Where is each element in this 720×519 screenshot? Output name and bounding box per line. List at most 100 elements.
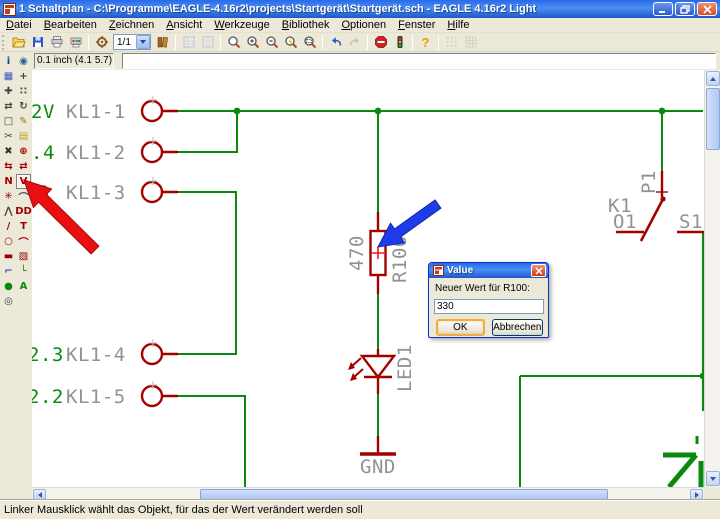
use-library-button[interactable] — [153, 34, 172, 51]
tool-invoke[interactable]: DD — [16, 204, 31, 219]
menu-bibliothek[interactable]: Bibliothek — [276, 18, 336, 32]
menu-optionen[interactable]: Optionen — [335, 18, 392, 32]
dialog-close-button[interactable] — [531, 264, 546, 277]
tool-polygon[interactable]: ▧ — [16, 249, 31, 264]
grid-lines-button[interactable] — [461, 34, 480, 51]
sheet-grid-icon — [182, 35, 196, 49]
tool-label[interactable]: A — [16, 279, 31, 294]
tool-mark[interactable]: + — [16, 69, 31, 84]
tool-bus[interactable]: ⌐ — [1, 264, 16, 279]
restore-button[interactable] — [675, 2, 695, 16]
vertical-scrollbar[interactable] — [704, 70, 720, 487]
stop-button[interactable] — [371, 34, 390, 51]
tool-value[interactable]: V — [16, 174, 31, 189]
eagle-app-icon — [3, 3, 16, 16]
menu-hilfe[interactable]: Hilfe — [441, 18, 475, 32]
cancel-button[interactable]: Abbrechen — [492, 319, 543, 336]
tool-erc[interactable]: ◎ — [1, 294, 16, 309]
tool-change[interactable]: ✎ — [16, 114, 31, 129]
command-input[interactable] — [122, 53, 716, 69]
close-button[interactable] — [697, 2, 717, 16]
dialog-prompt: Neuer Wert für R100: — [435, 283, 543, 294]
part-name: KL1-2 — [66, 142, 126, 164]
menu-fenster[interactable]: Fenster — [392, 18, 441, 32]
tool-split[interactable]: ⋀ — [1, 204, 16, 219]
tool-miter[interactable]: ⌒ — [16, 189, 31, 204]
tool-name[interactable]: N — [1, 174, 16, 189]
zoom-in-button[interactable] — [243, 34, 262, 51]
save-button[interactable] — [28, 34, 47, 51]
part-name: KL1-1 — [66, 101, 126, 123]
sheet-selector[interactable]: 1/1 — [113, 34, 151, 50]
help-icon: ? — [418, 35, 434, 50]
part-name: KL1-3 — [66, 182, 126, 204]
coordinate-bar: 0.1 inch (4.1 5.7) — [32, 52, 720, 70]
tool-pinswap[interactable]: ⇆ — [1, 159, 16, 174]
tool-display[interactable]: ▦ — [1, 69, 16, 84]
tool-info[interactable]: i — [1, 54, 16, 69]
scroll-right-button[interactable] — [690, 489, 703, 500]
gnd-symbol[interactable] — [360, 436, 396, 454]
grid-dots-button[interactable] — [442, 34, 461, 51]
zoom-out-button[interactable] — [262, 34, 281, 51]
menu-datei[interactable]: Datei — [0, 18, 38, 32]
cam-processor-button[interactable] — [66, 34, 85, 51]
sheet-thumbnails-button[interactable] — [179, 34, 198, 51]
ok-button[interactable]: OK — [436, 319, 485, 336]
zoom-fit-icon — [227, 35, 241, 49]
redo-button[interactable] — [345, 34, 364, 51]
tool-arc[interactable]: ⌒ — [16, 234, 31, 249]
vertical-scroll-thumb[interactable] — [706, 88, 720, 150]
tool-add[interactable]: ⊕ — [16, 144, 31, 159]
menu-werkzeuge[interactable]: Werkzeuge — [208, 18, 275, 32]
tool-gateswap[interactable]: ⇄ — [16, 159, 31, 174]
tool-junction[interactable]: ● — [1, 279, 16, 294]
tool-group[interactable]: □ — [1, 114, 16, 129]
print-button[interactable] — [47, 34, 66, 51]
minimize-button[interactable] — [653, 2, 673, 16]
horizontal-scroll-thumb[interactable] — [200, 489, 608, 500]
title-bar: 1 Schaltplan - C:\Programme\EAGLE-4.16r2… — [0, 0, 720, 18]
tool-rotate[interactable]: ↻ — [16, 99, 31, 114]
tool-show[interactable]: ◉ — [16, 54, 31, 69]
dialog-title-bar[interactable]: Value — [429, 263, 548, 278]
wire-fragment[interactable] — [663, 436, 701, 487]
printer-icon — [50, 35, 64, 49]
menu-zeichnen[interactable]: Zeichnen — [103, 18, 160, 32]
tool-move[interactable]: ✚ — [1, 84, 16, 99]
schematic-canvas[interactable]: 2V .4 3 2.3 2.2 KL1-1 KL1-2 KL1-3 KL1-4 … — [32, 70, 704, 487]
sheet-selector-dropdown[interactable] — [136, 35, 150, 49]
net-label: 2V — [32, 101, 55, 123]
zoom-fit-button[interactable] — [224, 34, 243, 51]
tool-net[interactable]: └ — [16, 264, 31, 279]
scroll-left-button[interactable] — [33, 489, 46, 500]
led-led1[interactable] — [348, 349, 394, 394]
tool-cut[interactable]: ✂ — [1, 129, 16, 144]
connector-kl1[interactable] — [142, 101, 178, 406]
tool-copy[interactable]: ∷ — [16, 84, 31, 99]
scroll-up-button[interactable] — [706, 71, 720, 86]
tool-mirror[interactable]: ⇄ — [1, 99, 16, 114]
tool-wire[interactable]: / — [1, 219, 16, 234]
go-button[interactable] — [390, 34, 409, 51]
undo-button[interactable] — [326, 34, 345, 51]
tool-text[interactable]: T — [16, 219, 31, 234]
menu-bearbeiten[interactable]: Bearbeiten — [38, 18, 103, 32]
tool-smash[interactable]: ✳ — [1, 189, 16, 204]
tool-delete[interactable]: ✖ — [1, 144, 16, 159]
zoom-in-icon — [246, 35, 260, 49]
menu-ansicht[interactable]: Ansicht — [160, 18, 208, 32]
tool-paste[interactable]: ▤ — [16, 129, 31, 144]
board-button[interactable] — [92, 34, 111, 51]
sheet-list-button[interactable] — [198, 34, 217, 51]
zoom-redraw-button[interactable] — [281, 34, 300, 51]
tool-rect[interactable]: ▬ — [1, 249, 16, 264]
toolbar-gripper[interactable] — [2, 35, 7, 50]
value-input[interactable] — [434, 299, 544, 314]
scroll-down-button[interactable] — [706, 471, 720, 486]
tool-circle[interactable]: ○ — [1, 234, 16, 249]
horizontal-scrollbar[interactable] — [32, 487, 704, 500]
help-button[interactable]: ? — [416, 34, 435, 51]
zoom-select-button[interactable] — [300, 34, 319, 51]
open-button[interactable] — [9, 34, 28, 51]
